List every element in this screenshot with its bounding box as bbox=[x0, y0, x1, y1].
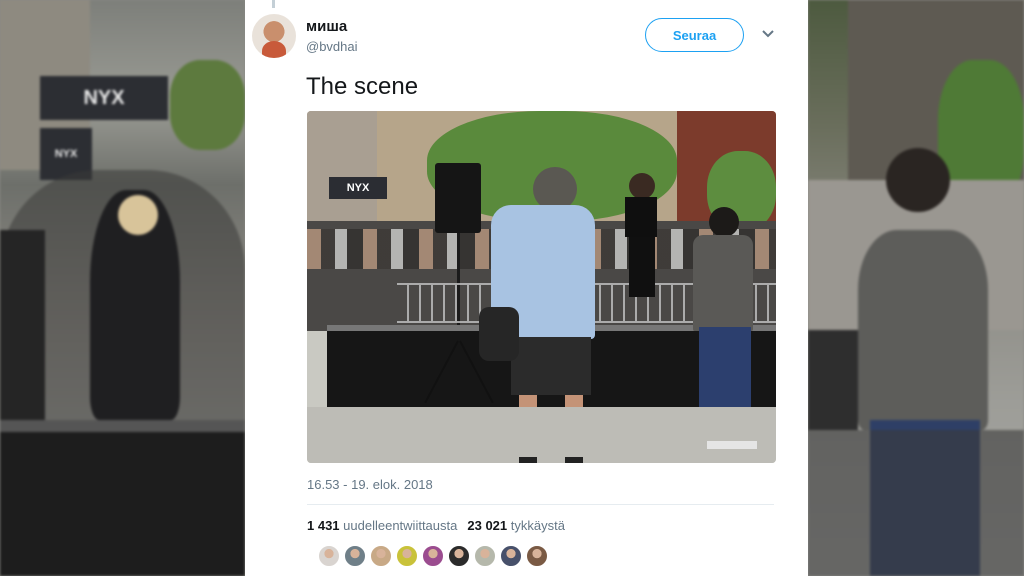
divider bbox=[307, 504, 774, 505]
liker-avatars bbox=[318, 545, 548, 567]
liker-avatar[interactable] bbox=[318, 545, 340, 567]
tweet-timestamp[interactable]: 16.53 - 19. elok. 2018 bbox=[307, 477, 433, 492]
tweet-photo[interactable]: NYX bbox=[307, 111, 776, 463]
liker-avatar[interactable] bbox=[474, 545, 496, 567]
follow-button[interactable]: Seuraa bbox=[645, 18, 744, 52]
photo-sign-nyx: NYX bbox=[329, 177, 387, 199]
tweet-stats: 1 431 uudelleentwiittausta 23 021 tykkäys… bbox=[307, 518, 565, 533]
liker-avatar[interactable] bbox=[500, 545, 522, 567]
likes-stat[interactable]: 23 021 tykkäystä bbox=[467, 518, 565, 533]
likes-count: 23 021 bbox=[467, 518, 508, 533]
liker-avatar[interactable] bbox=[422, 545, 444, 567]
likes-label: tykkäystä bbox=[510, 518, 565, 533]
retweets-count: 1 431 bbox=[307, 518, 340, 533]
liker-avatar[interactable] bbox=[344, 545, 366, 567]
background-photo-right bbox=[808, 0, 1024, 576]
author-name[interactable]: миша bbox=[306, 18, 347, 35]
liker-avatar[interactable] bbox=[526, 545, 548, 567]
liker-avatar[interactable] bbox=[448, 545, 470, 567]
retweets-stat[interactable]: 1 431 uudelleentwiittausta bbox=[307, 518, 457, 533]
liker-avatar[interactable] bbox=[396, 545, 418, 567]
thread-line bbox=[272, 0, 275, 8]
liker-avatar[interactable] bbox=[370, 545, 392, 567]
background-photo-left: NYX NYX bbox=[0, 0, 245, 576]
chevron-down-icon[interactable] bbox=[758, 26, 778, 46]
tweet-text: The scene bbox=[306, 73, 419, 100]
retweets-label: uudelleentwiittausta bbox=[343, 518, 458, 533]
bg-sign-nyx: NYX bbox=[40, 76, 168, 120]
author-handle[interactable]: @bvdhai bbox=[306, 39, 358, 54]
author-avatar[interactable] bbox=[252, 14, 296, 58]
